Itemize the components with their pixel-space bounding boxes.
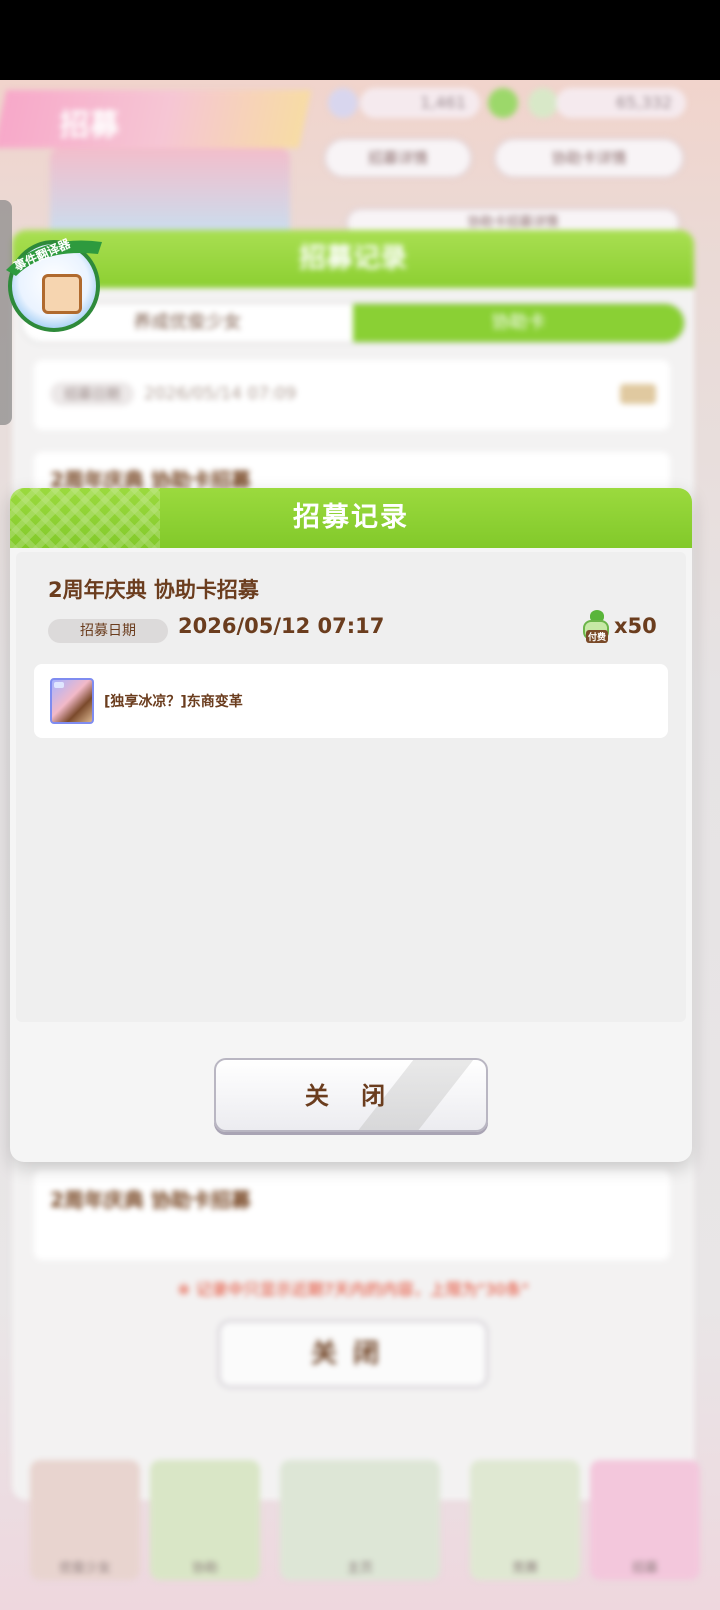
close-button-label: 关 闭 bbox=[304, 1082, 398, 1110]
bg-jewel-icon bbox=[328, 88, 358, 118]
bg-currency-2: 65,332 bbox=[556, 88, 686, 118]
support-card-name: [独享冰凉？]东商变革 bbox=[104, 694, 243, 710]
record-title: 2周年庆典 协助卡招募 bbox=[48, 578, 259, 602]
bg-nav-item-4: 竞赛 bbox=[470, 1460, 580, 1580]
bg-nav-item-3: 主页 bbox=[280, 1460, 440, 1580]
support-card-icon bbox=[50, 678, 94, 724]
result-card-row: [独享冰凉？]东商变革 bbox=[34, 664, 668, 738]
record-date: 2026/05/12 07:17 bbox=[178, 614, 385, 638]
translator-character-icon bbox=[42, 274, 82, 314]
translator-label: 事件翻译器 bbox=[11, 236, 73, 274]
bg-record-3: 2周年庆典 协助卡招募 bbox=[34, 1170, 670, 1260]
bg-dialog-header: 招募记录 bbox=[12, 230, 694, 288]
bg-ticket-icon bbox=[528, 88, 558, 118]
dialog-title: 招募记录 bbox=[293, 502, 409, 533]
bg-nav-item-1: 优俊少女 bbox=[30, 1460, 140, 1580]
bg-tab-support: 协助卡 bbox=[353, 304, 684, 342]
bg-record-1: 招募日期 2026/05/14 07:09 bbox=[34, 360, 670, 430]
cost-amount: x50 bbox=[614, 614, 657, 638]
paid-ticket-icon: 付费 bbox=[580, 610, 612, 644]
bg-bottom-nav: 优俊少女 协助 主页 竞赛 招募 bbox=[0, 1460, 720, 1610]
close-button[interactable]: 关 闭 bbox=[214, 1058, 488, 1132]
dialog-header: 招募记录 bbox=[10, 488, 692, 548]
recruit-record-dialog: 招募记录 2周年庆典 协助卡招募 招募日期 2026/05/12 07:17 付… bbox=[10, 488, 692, 1162]
bg-nav-item-5: 招募 bbox=[590, 1460, 700, 1580]
bg-header-label: 招募 bbox=[59, 108, 120, 143]
bg-add-icon bbox=[488, 88, 518, 118]
status-bar bbox=[0, 0, 720, 80]
bg-close-button: 关闭 bbox=[218, 1320, 488, 1388]
bg-currency-1: 1,461 bbox=[360, 88, 480, 118]
date-label-chip: 招募日期 bbox=[48, 619, 168, 643]
event-translator-button[interactable]: 事件翻译器 bbox=[2, 232, 106, 332]
paid-ticket-tag: 付费 bbox=[586, 630, 609, 643]
bg-header-tab: 招募 bbox=[0, 90, 312, 148]
dialog-body: 2周年庆典 协助卡招募 招募日期 2026/05/12 07:17 付费 x50… bbox=[16, 552, 686, 1022]
bg-nav-item-2: 协助 bbox=[150, 1460, 260, 1580]
bg-pill-right: 协助卡详情 bbox=[494, 138, 684, 178]
bg-pill-left: 招募详情 bbox=[324, 138, 472, 178]
bg-tabs: 养成优俊少女 协助卡 bbox=[20, 302, 686, 344]
bg-notice-text: ※ 记录中只显示近期7天内的内容，上限为"30条" bbox=[177, 1280, 529, 1299]
